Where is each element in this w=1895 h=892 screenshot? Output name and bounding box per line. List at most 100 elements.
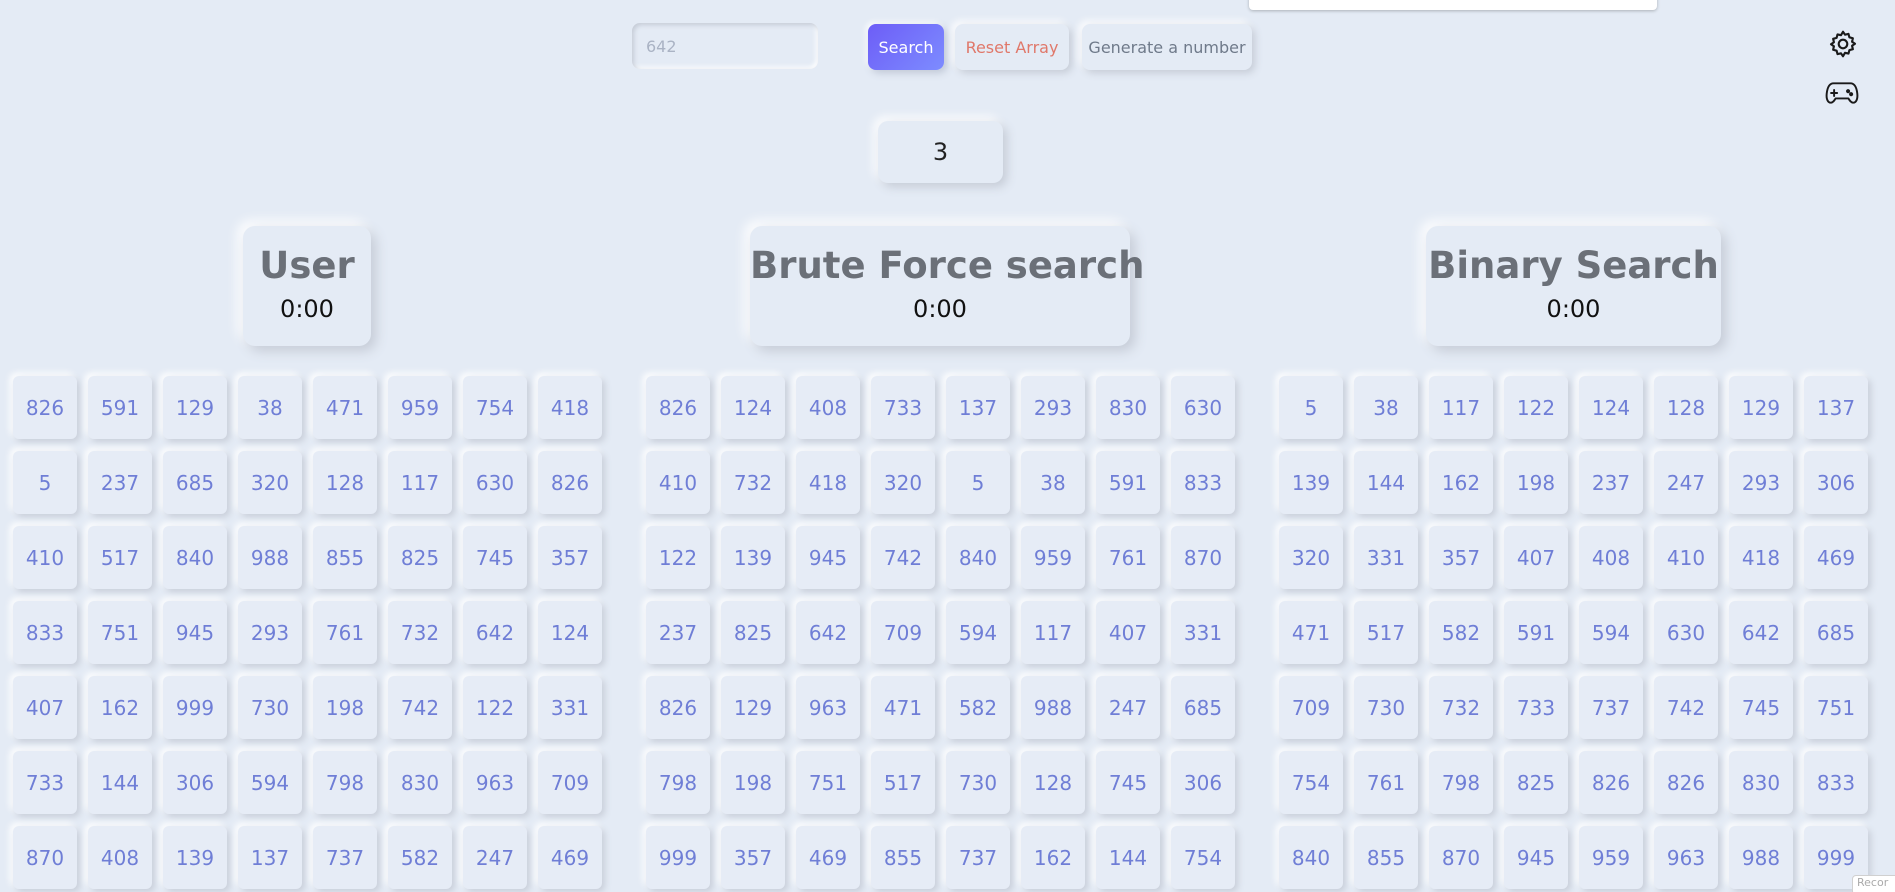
array-cell[interactable]: 320	[871, 451, 935, 514]
array-cell[interactable]: 469	[1804, 526, 1868, 589]
array-cell[interactable]: 826	[646, 676, 710, 739]
array-cell[interactable]: 833	[1171, 451, 1235, 514]
array-cell[interactable]: 754	[1279, 751, 1343, 814]
array-cell[interactable]: 137	[946, 376, 1010, 439]
array-cell[interactable]: 408	[796, 376, 860, 439]
array-cell[interactable]: 870	[1171, 526, 1235, 589]
array-cell[interactable]: 685	[1171, 676, 1235, 739]
array-cell[interactable]: 732	[721, 451, 785, 514]
array-cell[interactable]: 139	[1279, 451, 1343, 514]
array-cell[interactable]: 162	[1021, 826, 1085, 889]
array-cell[interactable]: 237	[1579, 451, 1643, 514]
gamepad-icon[interactable]	[1825, 76, 1859, 110]
array-cell[interactable]: 742	[1654, 676, 1718, 739]
array-cell[interactable]: 959	[1021, 526, 1085, 589]
array-cell[interactable]: 306	[1171, 751, 1235, 814]
array-cell[interactable]: 945	[796, 526, 860, 589]
array-cell[interactable]: 825	[721, 601, 785, 664]
array-cell[interactable]: 410	[1654, 526, 1718, 589]
array-cell[interactable]: 988	[1021, 676, 1085, 739]
array-cell[interactable]: 999	[646, 826, 710, 889]
array-cell[interactable]: 733	[871, 376, 935, 439]
array-cell[interactable]: 959	[1579, 826, 1643, 889]
array-cell[interactable]: 742	[871, 526, 935, 589]
array-cell[interactable]: 855	[871, 826, 935, 889]
search-input[interactable]	[632, 23, 818, 69]
array-cell[interactable]: 761	[1096, 526, 1160, 589]
array-cell[interactable]: 128	[1654, 376, 1718, 439]
array-cell[interactable]: 963	[796, 676, 860, 739]
array-cell[interactable]: 517	[1354, 601, 1418, 664]
array-cell[interactable]: 162	[1429, 451, 1493, 514]
array-cell[interactable]: 198	[721, 751, 785, 814]
array-cell[interactable]: 826	[1654, 751, 1718, 814]
array-cell[interactable]: 320	[1279, 526, 1343, 589]
array-cell[interactable]: 124	[1579, 376, 1643, 439]
array-cell[interactable]: 830	[1096, 376, 1160, 439]
array-cell[interactable]: 685	[1804, 601, 1868, 664]
array-cell[interactable]: 798	[646, 751, 710, 814]
array-cell[interactable]: 124	[721, 376, 785, 439]
array-cell[interactable]: 751	[796, 751, 860, 814]
array-cell[interactable]: 630	[1654, 601, 1718, 664]
array-cell[interactable]: 38	[1021, 451, 1085, 514]
array-cell[interactable]: 709	[871, 601, 935, 664]
array-cell[interactable]: 5	[1279, 376, 1343, 439]
array-cell[interactable]: 855	[1354, 826, 1418, 889]
array-cell[interactable]: 642	[1729, 601, 1793, 664]
array-cell[interactable]: 293	[1729, 451, 1793, 514]
array-cell[interactable]: 830	[1729, 751, 1793, 814]
array-cell[interactable]: 38	[1354, 376, 1418, 439]
array-cell[interactable]: 737	[1579, 676, 1643, 739]
array-cell[interactable]: 745	[1096, 751, 1160, 814]
array-cell[interactable]: 798	[1429, 751, 1493, 814]
array-cell[interactable]: 469	[796, 826, 860, 889]
array-cell[interactable]: 198	[1504, 451, 1568, 514]
array-cell[interactable]: 357	[721, 826, 785, 889]
array-cell[interactable]: 754	[1171, 826, 1235, 889]
array-cell[interactable]: 709	[1279, 676, 1343, 739]
array-cell[interactable]: 833	[1804, 751, 1868, 814]
array-cell[interactable]: 582	[1429, 601, 1493, 664]
array-cell[interactable]: 407	[1096, 601, 1160, 664]
array-cell[interactable]: 826	[1579, 751, 1643, 814]
array-cell[interactable]: 293	[1021, 376, 1085, 439]
array-cell[interactable]: 117	[1021, 601, 1085, 664]
array-cell[interactable]: 630	[1171, 376, 1235, 439]
array-cell[interactable]: 761	[1354, 751, 1418, 814]
array-cell[interactable]: 591	[1096, 451, 1160, 514]
array-cell[interactable]: 642	[796, 601, 860, 664]
array-cell[interactable]: 840	[1279, 826, 1343, 889]
array-cell[interactable]: 582	[946, 676, 1010, 739]
array-cell[interactable]: 407	[1504, 526, 1568, 589]
array-cell[interactable]: 128	[1021, 751, 1085, 814]
search-button[interactable]: Search	[868, 24, 944, 70]
generate-number-button[interactable]: Generate a number	[1082, 24, 1252, 70]
array-cell[interactable]: 471	[871, 676, 935, 739]
array-cell[interactable]: 737	[946, 826, 1010, 889]
array-cell[interactable]: 471	[1279, 601, 1343, 664]
array-cell[interactable]: 144	[1354, 451, 1418, 514]
array-cell[interactable]: 144	[1096, 826, 1160, 889]
array-cell[interactable]: 122	[646, 526, 710, 589]
array-cell[interactable]: 306	[1804, 451, 1868, 514]
array-cell[interactable]: 129	[721, 676, 785, 739]
array-cell[interactable]: 730	[1354, 676, 1418, 739]
array-cell[interactable]: 751	[1804, 676, 1868, 739]
array-cell[interactable]: 5	[946, 451, 1010, 514]
array-cell[interactable]: 357	[1429, 526, 1493, 589]
array-cell[interactable]: 418	[796, 451, 860, 514]
array-cell[interactable]: 117	[1429, 376, 1493, 439]
settings-gear-icon[interactable]	[1826, 27, 1860, 61]
array-cell[interactable]: 247	[1654, 451, 1718, 514]
array-cell[interactable]: 733	[1504, 676, 1568, 739]
array-cell[interactable]: 517	[871, 751, 935, 814]
array-cell[interactable]: 237	[646, 601, 710, 664]
array-cell[interactable]: 963	[1654, 826, 1718, 889]
array-cell[interactable]: 826	[646, 376, 710, 439]
array-cell[interactable]: 591	[1504, 601, 1568, 664]
array-cell[interactable]: 139	[721, 526, 785, 589]
array-cell[interactable]: 594	[1579, 601, 1643, 664]
array-cell[interactable]: 870	[1429, 826, 1493, 889]
array-cell[interactable]: 745	[1729, 676, 1793, 739]
